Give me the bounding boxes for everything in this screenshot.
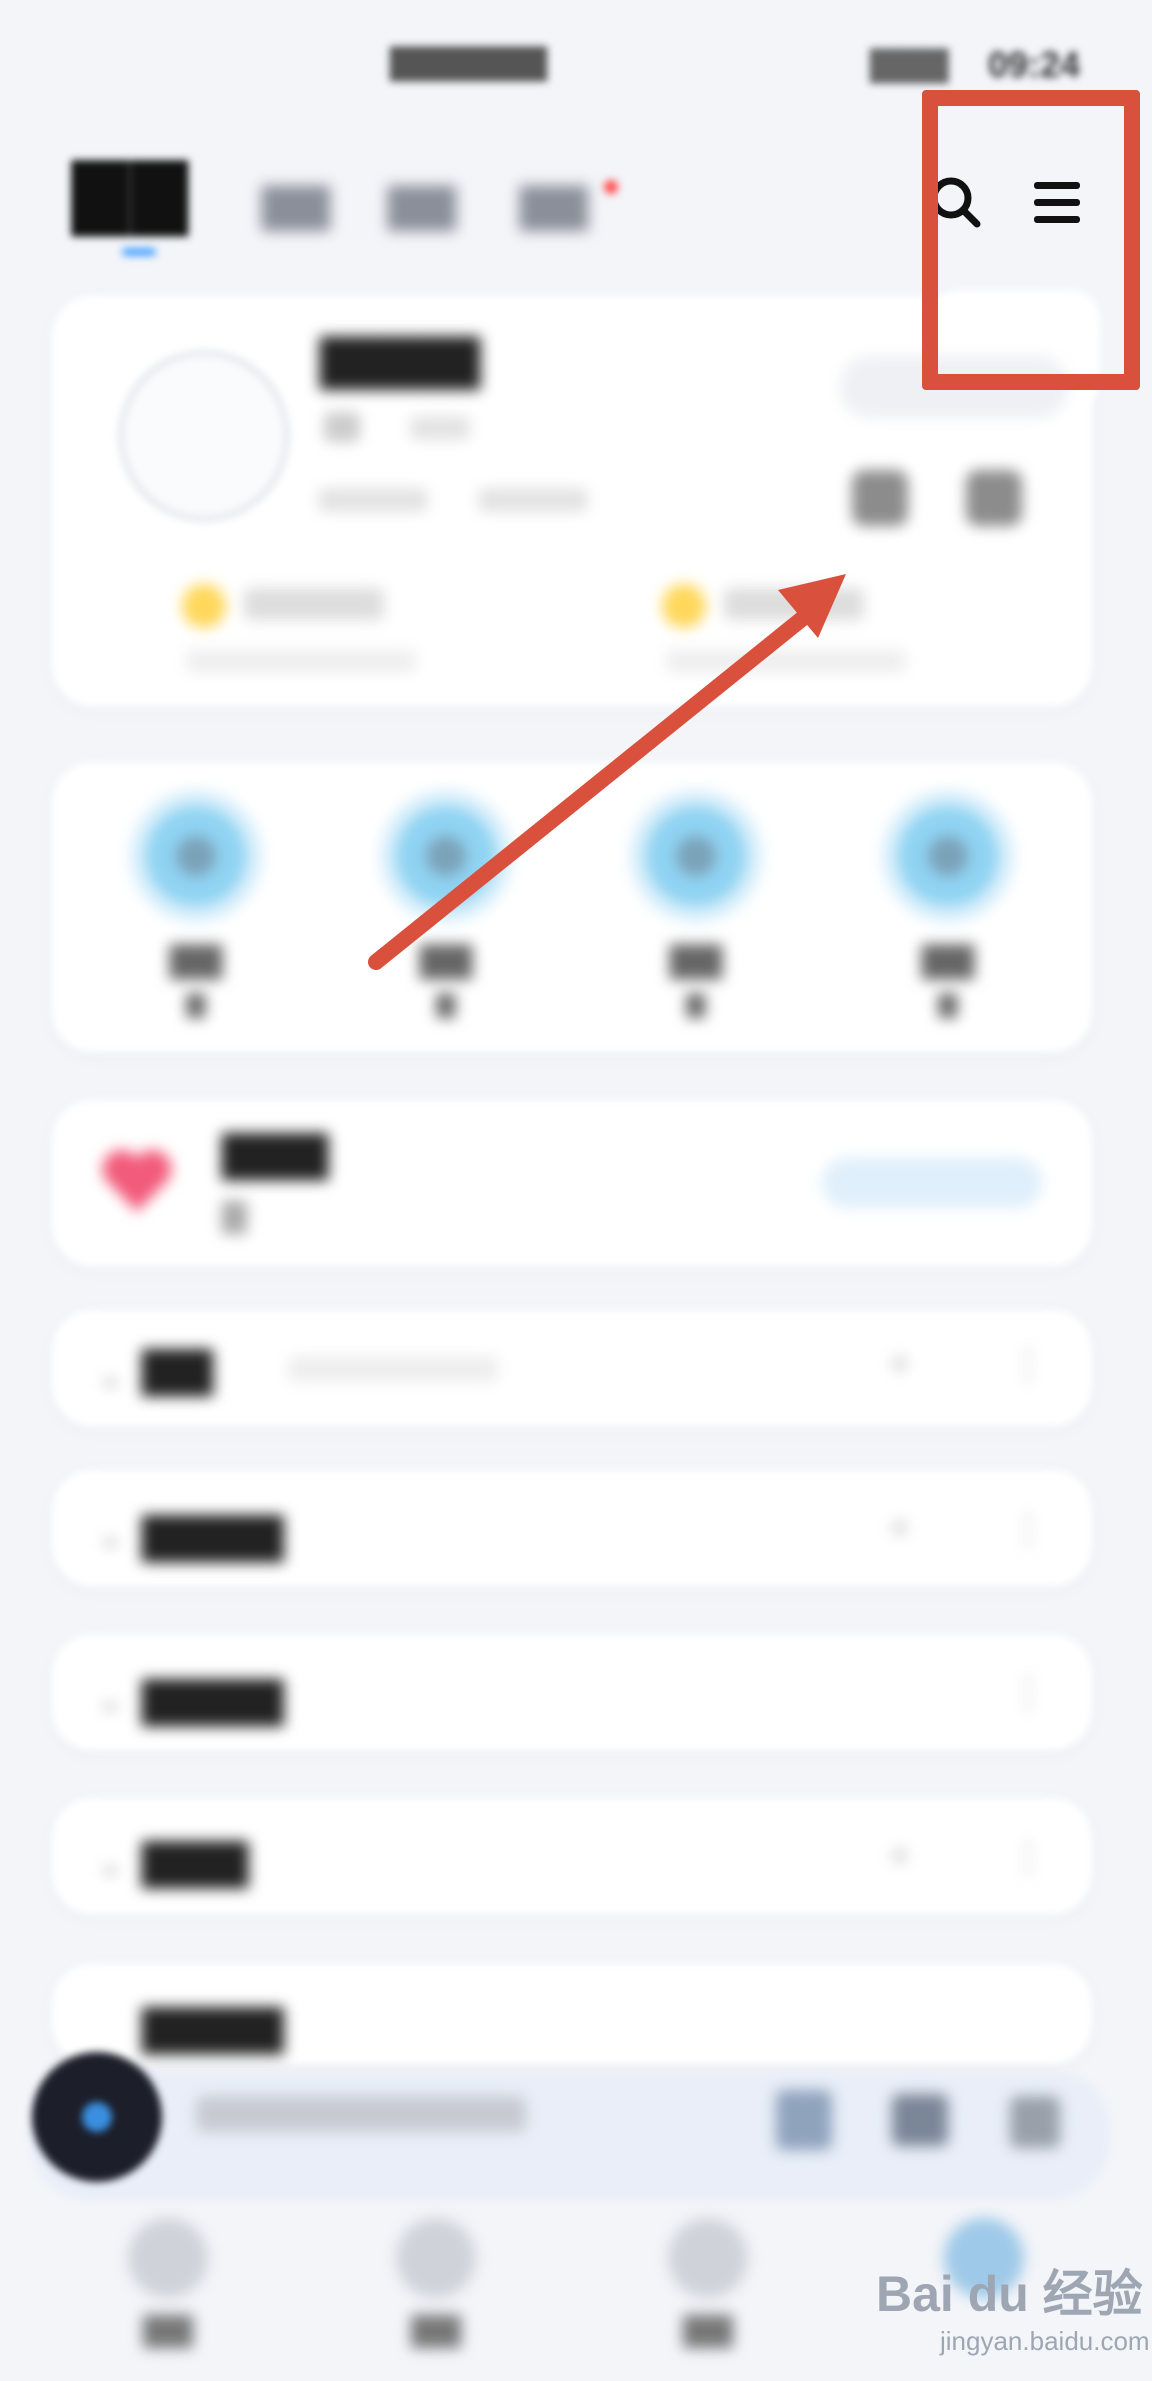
promo-2-icon: [662, 584, 706, 628]
section-5-title: ▇▇▇▇: [142, 2001, 284, 2053]
status-indicators: ▇▇▇: [870, 45, 949, 83]
avatar[interactable]: [118, 350, 290, 522]
promo-1-subtitle: [186, 650, 416, 672]
title-underline: [122, 248, 156, 256]
section-3-more-icon[interactable]: ⋮: [1008, 1670, 1048, 1716]
section-4-title: ▇▇▇: [142, 1835, 249, 1887]
next-icon[interactable]: [892, 2094, 948, 2146]
tab-notification-dot: [604, 180, 618, 194]
section-2-more-icon[interactable]: ⋮: [1008, 1506, 1048, 1552]
shortcut-4-label: ▇▇: [921, 941, 975, 979]
section-2-title: ▇▇▇▇: [142, 1509, 284, 1561]
shortcut-4[interactable]: [898, 806, 998, 906]
liked-count: ▇: [222, 1197, 247, 1233]
page-title: ▇▇: [72, 151, 190, 234]
section-4-add-icon[interactable]: +: [888, 1834, 911, 1879]
shortcut-3-label: ▇▇: [669, 941, 723, 979]
shortcut-1-label: ▇▇: [169, 941, 223, 979]
section-1-subtitle: [288, 1356, 498, 1382]
playlist-icon[interactable]: [1010, 2096, 1060, 2148]
liked-mode-button[interactable]: [822, 1158, 1042, 1208]
profile-nickname: ▇▇▇▇: [320, 331, 480, 389]
tab-3[interactable]: ▇▇: [520, 180, 588, 231]
section-3-expand-icon[interactable]: ⌄: [96, 1680, 125, 1720]
section-4-expand-icon[interactable]: ⌄: [96, 1844, 125, 1884]
shortcut-4-count: ▇: [938, 991, 958, 1018]
level-text: [410, 416, 470, 440]
shortcut-4-icon: [898, 806, 998, 906]
mini-player[interactable]: [30, 2070, 1110, 2200]
shortcut-1[interactable]: [146, 806, 246, 906]
nav-icon-3[interactable]: [668, 2218, 748, 2298]
status-carrier: ▇▇▇▇▇▇: [390, 43, 547, 81]
section-4-more-icon[interactable]: ⋮: [1008, 1834, 1048, 1880]
section-1-add-icon[interactable]: +: [888, 1342, 911, 1387]
heart-icon: [100, 1148, 174, 1214]
mini-player-song: [196, 2096, 526, 2132]
mini-player-cover[interactable]: [32, 2052, 162, 2182]
tab-2[interactable]: ▇▇: [388, 180, 456, 231]
section-1-more-icon[interactable]: ⋮: [1008, 1342, 1048, 1388]
liked-title: ▇▇▇: [222, 1127, 329, 1179]
promo-1-title[interactable]: [244, 588, 384, 620]
shortcut-2-label: ▇▇: [419, 941, 473, 979]
tab-1[interactable]: ▇▇: [262, 180, 330, 231]
nav-icon-2[interactable]: [396, 2218, 476, 2298]
shortcut-3-icon: [646, 806, 746, 906]
shortcut-2[interactable]: [396, 806, 496, 906]
nav-label-3[interactable]: ▇▇: [648, 2310, 768, 2348]
play-icon[interactable]: [776, 2090, 832, 2150]
shortcut-3-count: ▇: [686, 991, 706, 1018]
profile-icon[interactable]: [852, 470, 908, 526]
section-2-expand-icon[interactable]: ⌄: [96, 1516, 125, 1556]
edit-icon[interactable]: [966, 470, 1022, 526]
shortcut-2-icon: [396, 806, 496, 906]
watermark-logo: Bai du 经验: [876, 2266, 1143, 2322]
section-2-add-icon[interactable]: +: [888, 1506, 911, 1551]
annotation-highlight-box: [922, 90, 1140, 390]
level-icon: [324, 412, 360, 442]
nav-label-1[interactable]: ▇▇: [108, 2310, 228, 2348]
promo-2-subtitle: [666, 650, 906, 672]
shortcut-1-count: ▇: [186, 991, 206, 1018]
profile-stat-2: [478, 488, 588, 512]
nav-label-2[interactable]: ▇▇: [376, 2310, 496, 2348]
promo-1-icon: [182, 584, 226, 628]
section-1-expand-icon[interactable]: ⌄: [96, 1356, 125, 1396]
nav-icon-1[interactable]: [128, 2218, 208, 2298]
status-time: 09:24: [988, 44, 1081, 85]
shortcut-2-count: ▇: [436, 991, 456, 1018]
watermark-url: jingyan.baidu.com: [940, 2326, 1150, 2356]
shortcut-1-icon: [146, 806, 246, 906]
shortcut-3[interactable]: [646, 806, 746, 906]
promo-2-title[interactable]: [724, 588, 864, 620]
section-3-title: ▇▇▇▇: [142, 1673, 284, 1725]
section-1-title: ▇▇: [142, 1343, 213, 1395]
profile-stat-1: [318, 488, 428, 512]
